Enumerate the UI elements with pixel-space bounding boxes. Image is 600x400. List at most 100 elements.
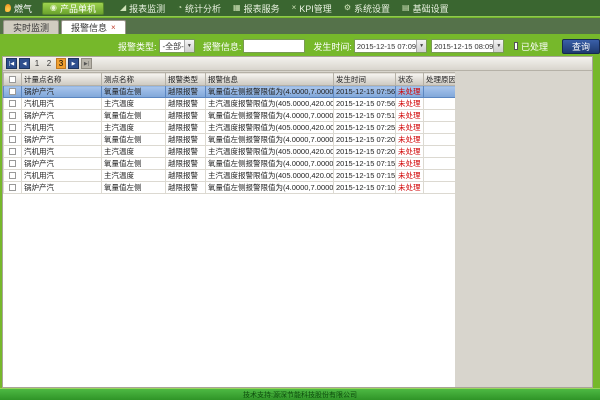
cell-info: 主汽温度报警限值为(405.0000,420.0000),实际值为402.529… (206, 122, 334, 134)
cell-type: 越限报警 (166, 170, 206, 182)
table-row[interactable]: 锅炉产汽 氧量值左侧 越限报警 氧量值左侧报警限值为(4.0000,7.0000… (4, 134, 456, 146)
time-label: 发生时间: (313, 40, 352, 53)
col-point[interactable]: 计量点名称 (22, 73, 102, 86)
cell-point: 汽机用汽 (22, 98, 102, 110)
processed-label: 已处理 (521, 40, 548, 53)
status-badge: 未处理 (396, 110, 424, 122)
cell-time: 2015-12-15 07:20:27 (334, 134, 396, 146)
tab-realtime-monitor[interactable]: 实时监测 (3, 20, 59, 34)
col-sensor[interactable]: 测点名称 (102, 73, 166, 86)
last-page-button[interactable]: ▶| (81, 58, 92, 69)
top-menu-bar: 燃气 ◉ 产品单机 ◢ 报表监测 ◔ 统计分析 ▦ 报表服务 × KPI管理 (0, 0, 600, 17)
next-page-button[interactable]: ▶ (68, 58, 79, 69)
cell-reason (424, 146, 456, 158)
menu-item-system-settings[interactable]: ⚙ 系统设置 (344, 2, 390, 15)
menu-label: KPI管理 (299, 2, 332, 15)
status-badge: 未处理 (396, 134, 424, 146)
chevron-down-icon[interactable]: ▼ (184, 40, 194, 52)
table-row[interactable]: 汽机用汽 主汽温度 越限报警 主汽温度报警限值为(405.0000,420.00… (4, 146, 456, 158)
status-badge: 未处理 (396, 98, 424, 110)
cell-info: 主汽温度报警限值为(405.0000,420.0000),实际值为421.030… (206, 98, 334, 110)
menu-item-report-service[interactable]: ▦ 报表服务 (233, 2, 280, 15)
time-to-picker[interactable]: 2015-12-15 08:09 ▼ (431, 39, 504, 53)
cell-time: 2015-12-15 07:25:25 (334, 122, 396, 134)
cell-reason (424, 134, 456, 146)
cell-point: 锅炉产汽 (22, 110, 102, 122)
cell-point: 汽机用汽 (22, 146, 102, 158)
menu-item-kpi[interactable]: × KPI管理 (292, 2, 332, 15)
alarm-info-input[interactable] (243, 39, 305, 53)
table-row[interactable]: 锅炉产汽 氧量值左侧 越限报警 氧量值左侧报警限值为(4.0000,7.0000… (4, 158, 456, 170)
row-checkbox[interactable] (9, 160, 16, 167)
page-number-2[interactable]: 2 (44, 59, 54, 68)
status-badge: 未处理 (396, 146, 424, 158)
kpi-icon: × (292, 4, 297, 12)
row-checkbox[interactable] (9, 136, 16, 143)
cell-type: 越限报警 (166, 98, 206, 110)
table-row[interactable]: 汽机用汽 主汽温度 越限报警 主汽温度报警限值为(405.0000,420.00… (4, 98, 456, 110)
time-from-value: 2015-12-15 07:09 (357, 42, 416, 51)
header-checkbox-cell (4, 73, 22, 86)
first-page-button[interactable]: |◀ (6, 58, 17, 69)
alarm-type-value: -全部- (163, 41, 184, 52)
cell-info: 氧量值左侧报警限值为(4.0000,7.0000),实际值为7.7690 (206, 86, 334, 98)
alarm-type-select[interactable]: -全部- ▼ (159, 39, 195, 53)
cell-sensor: 氧量值左侧 (102, 86, 166, 98)
row-checkbox[interactable] (9, 100, 16, 107)
alarm-panel: |◀ ◀ 1 2 3 ▶ ▶| 计量点名称 测点名称 报警类型 (2, 56, 593, 388)
cell-sensor: 氧量值左侧 (102, 110, 166, 122)
row-checkbox[interactable] (9, 184, 16, 191)
table-row[interactable]: 汽机用汽 主汽温度 越限报警 主汽温度报警限值为(405.0000,420.00… (4, 122, 456, 134)
chevron-down-icon[interactable]: ▼ (493, 40, 503, 52)
row-checkbox[interactable] (9, 124, 16, 131)
time-from-picker[interactable]: 2015-12-15 07:09 ▼ (354, 39, 427, 53)
cell-info: 氧量值左侧报警限值为(4.0000,7.0000),实际值为7.1523 (206, 110, 334, 122)
cell-type: 越限报警 (166, 146, 206, 158)
cell-time: 2015-12-15 07:15:09 (334, 170, 396, 182)
menu-label: 报表服务 (244, 2, 280, 15)
chevron-down-icon[interactable]: ▼ (416, 40, 426, 52)
query-button[interactable]: 查询 (562, 39, 600, 54)
cell-info: 主汽温度报警限值为(405.0000,420.0000),实际值为424.446… (206, 146, 334, 158)
page-number-1[interactable]: 1 (32, 59, 42, 68)
gear-icon: ⚙ (344, 4, 351, 12)
processed-checkbox[interactable] (514, 42, 518, 50)
col-type[interactable]: 报警类型 (166, 73, 206, 86)
col-status[interactable]: 状态 (396, 73, 424, 86)
tab-bar: 实时监测 报警信息 × (0, 18, 600, 34)
col-time[interactable]: 发生时间 (334, 73, 396, 86)
status-badge: 未处理 (396, 182, 424, 194)
table-row[interactable]: 锅炉产汽 氧量值左侧 越限报警 氧量值左侧报警限值为(4.0000,7.0000… (4, 110, 456, 122)
row-checkbox[interactable] (9, 148, 16, 155)
cell-time: 2015-12-15 07:56:53 (334, 98, 396, 110)
col-info[interactable]: 报警信息 (206, 73, 334, 86)
row-checkbox[interactable] (9, 172, 16, 179)
menu-item-report-monitor[interactable]: ◢ 报表监测 (120, 2, 165, 15)
cell-type: 越限报警 (166, 158, 206, 170)
page-number-3-current[interactable]: 3 (56, 58, 66, 69)
row-checkbox[interactable] (9, 112, 16, 119)
cell-reason (424, 98, 456, 110)
chart-icon: ◢ (120, 4, 126, 12)
main-menu: ◢ 报表监测 ◔ 统计分析 ▦ 报表服务 × KPI管理 ⚙ 系统设置 ▤ 基础… (120, 2, 449, 15)
tab-alarm-info[interactable]: 报警信息 × (61, 20, 126, 34)
close-icon[interactable]: × (111, 23, 116, 32)
cell-sensor: 氧量值左侧 (102, 158, 166, 170)
table-row[interactable]: 锅炉产汽 氧量值左侧 越限报警 氧量值左侧报警限值为(4.0000,7.0000… (4, 86, 456, 98)
table-row[interactable]: 锅炉产汽 氧量值左侧 越限报警 氧量值左侧报警限值为(4.0000,7.0000… (4, 182, 456, 194)
prev-page-button[interactable]: ◀ (19, 58, 30, 69)
cell-info: 主汽温度报警限值为(405.0000,420.0000),实际值为421.362… (206, 170, 334, 182)
product-button[interactable]: ◉ 产品单机 (42, 2, 104, 15)
app-window: 燃气 ◉ 产品单机 ◢ 报表监测 ◔ 统计分析 ▦ 报表服务 × KPI管理 (0, 0, 600, 400)
menu-label: 基础设置 (413, 2, 449, 15)
select-all-checkbox[interactable] (9, 76, 16, 83)
cell-sensor: 主汽温度 (102, 146, 166, 158)
query-label: 查询 (572, 40, 590, 53)
table-row[interactable]: 汽机用汽 主汽温度 越限报警 主汽温度报警限值为(405.0000,420.00… (4, 170, 456, 182)
status-badge: 未处理 (396, 86, 424, 98)
menu-item-stat-analysis[interactable]: ◔ 统计分析 (177, 2, 221, 15)
alarm-type-label: 报警类型: (118, 40, 157, 53)
col-reason[interactable]: 处理原因 (424, 73, 456, 86)
row-checkbox[interactable] (9, 88, 16, 95)
menu-item-basic-settings[interactable]: ▤ 基础设置 (402, 2, 449, 15)
